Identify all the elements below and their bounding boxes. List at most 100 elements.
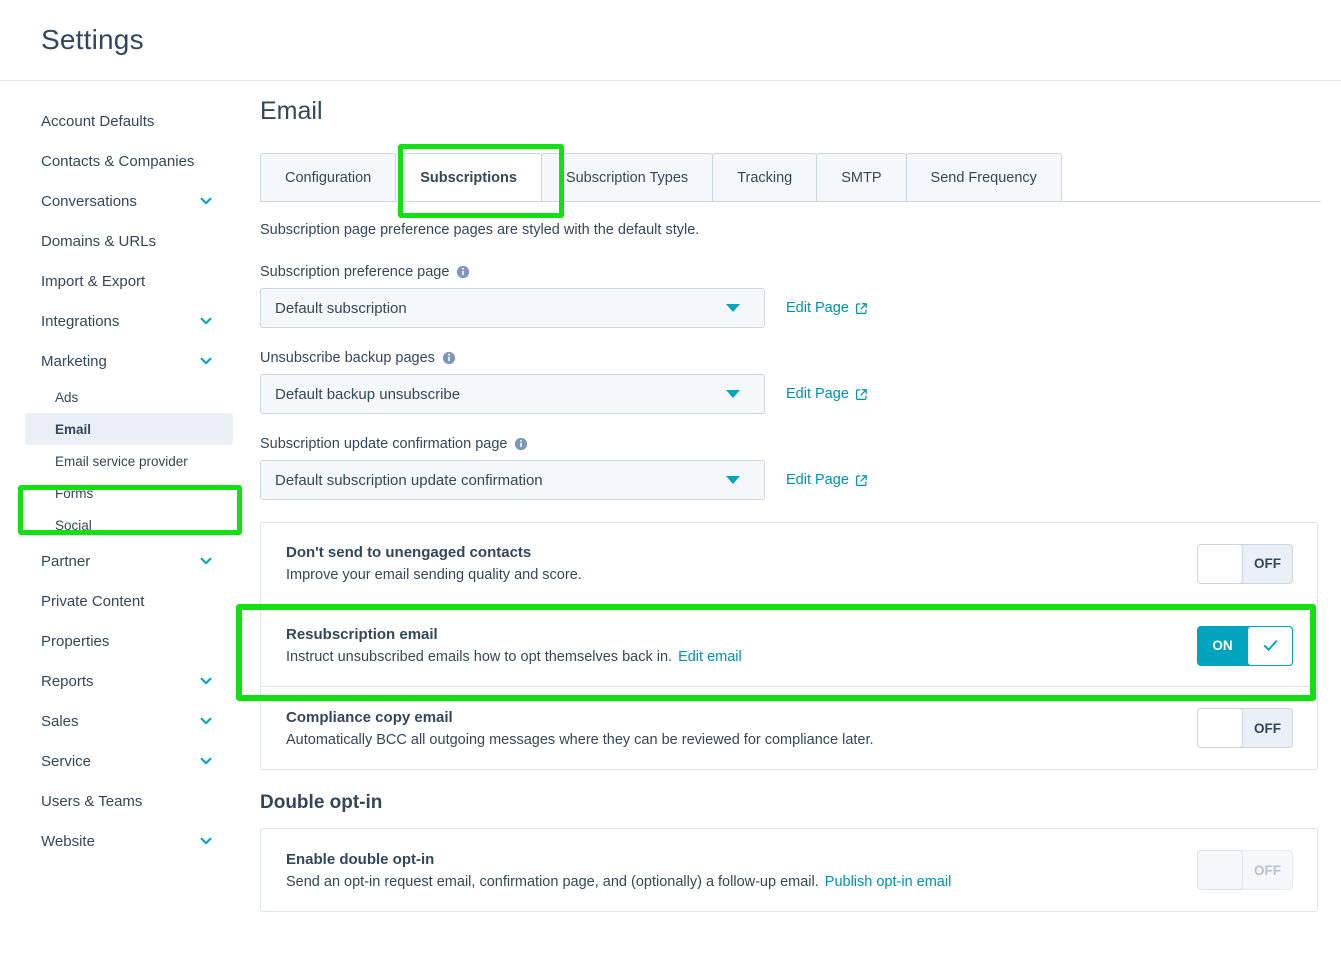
setting-title: Don't send to unengaged contacts [286,544,532,561]
sidebar-item-website[interactable]: Website [0,821,237,861]
toggle-knob [1197,850,1243,890]
select-2[interactable]: Default backup unsubscribe [260,374,765,414]
sidebar-item-email[interactable]: Email [25,413,233,445]
sidebar-item-label: Sales [41,712,79,730]
sidebar-item-private-content[interactable]: Private Content [0,581,237,621]
setting-row: Don't send to unengaged contacts Improve … [261,523,1317,605]
sidebar-item-marketing[interactable]: Marketing [0,341,237,381]
check-icon [1247,625,1293,666]
field-row: Default backup unsubscribe Edit Page [260,374,1321,414]
page-title: Settings [41,24,144,55]
info-icon[interactable] [456,265,470,279]
setting-title: Resubscription email [286,626,438,643]
info-icon[interactable] [442,351,456,365]
chevron-down-icon[interactable] [199,194,213,208]
chevron-down-icon[interactable] [199,554,213,568]
external-link-icon [855,302,868,315]
sidebar-item-label: Forms [55,485,94,501]
sidebar-item-partner[interactable]: Partner [0,541,237,581]
intro-text: Subscription page preference pages are s… [260,222,700,238]
field-label-text: Unsubscribe backup pages [260,350,435,366]
double-optin-heading: Double opt-in [260,792,383,813]
edit-page-link[interactable]: Edit Page [786,386,868,402]
edit-page-label: Edit Page [786,472,849,488]
info-icon[interactable] [514,437,528,451]
field-group: Subscription update confirmation page Def… [260,436,1321,500]
setting-text: Compliance copy email Automatically BCC a… [286,709,1197,748]
field-group: Unsubscribe backup pages Default backup u… [260,350,1321,414]
sidebar-item-contacts-companies[interactable]: Contacts & Companies [0,141,237,181]
tab-smtp[interactable]: SMTP [816,153,907,201]
field-label: Subscription update confirmation page [260,436,1321,452]
setting-row: Enable double opt-in Send an opt-in reque… [261,829,1317,911]
sidebar-item-service[interactable]: Service [0,741,237,781]
sidebar-item-domains-urls[interactable]: Domains & URLs [0,221,237,261]
setting-description: Instruct unsubscribed emails how to opt … [286,649,1197,665]
body-wrapper: Account Defaults Contacts & Companies Conv… [0,81,1341,971]
chevron-down-icon[interactable] [726,390,740,398]
sidebar-item-reports[interactable]: Reports [0,661,237,701]
chevron-down-icon[interactable] [199,674,213,688]
chevron-down-icon[interactable] [726,304,740,312]
toggle-switch[interactable]: OFF [1197,708,1293,748]
tab-label: SMTP [841,169,882,186]
chevron-down-icon[interactable] [199,354,213,368]
setting-description: Automatically BCC all outgoing messages … [286,732,1197,748]
sidebar-item-label: Private Content [41,592,145,610]
sidebar-item-conversations[interactable]: Conversations [0,181,237,221]
tab-send-frequency[interactable]: Send Frequency [905,153,1062,201]
select-3[interactable]: Default subscription update confirmation [260,460,765,500]
setting-description-text: Send an opt-in request email, confirmati… [286,873,819,890]
chevron-down-icon[interactable] [726,476,740,484]
sidebar-item-social[interactable]: Social [0,509,237,541]
setting-text: Enable double opt-in Send an opt-in reque… [286,851,1197,890]
sidebar-item-label: Ads [55,389,79,405]
external-link-icon [855,474,868,487]
toggle-switch[interactable]: OFF [1197,543,1293,584]
edit-page-link[interactable]: Edit Page [786,472,868,488]
sidebar-item-account-defaults[interactable]: Account Defaults [0,101,237,141]
sidebar-item-properties[interactable]: Properties [0,621,237,661]
chevron-down-icon[interactable] [199,314,213,328]
sidebar-item-integrations[interactable]: Integrations [0,301,237,341]
sidebar-item-label: Service [41,752,92,770]
tab-tracking[interactable]: Tracking [712,153,818,201]
toggle-knob [1197,708,1243,748]
toggle-switch[interactable]: ON [1197,625,1293,666]
tab-label: Configuration [285,169,372,186]
sidebar-item-import-export[interactable]: Import & Export [0,261,237,301]
tab-label: Subscriptions [420,169,517,186]
edit-page-link[interactable]: Edit Page [786,300,868,316]
chevron-down-icon[interactable] [199,754,213,768]
sidebar-item-sales[interactable]: Sales [0,701,237,741]
section-title: Email [260,97,323,125]
setting-row: Compliance copy email Automatically BCC a… [261,687,1317,769]
sidebar-item-label: Integrations [41,312,120,330]
inline-action-link[interactable]: Publish opt-in email [825,874,952,890]
sidebar-nav-list: Account Defaults Contacts & Companies Conv… [0,101,245,861]
setting-description: Improve your email sending quality and s… [286,567,1197,583]
field-label: Subscription preference page [260,264,1321,280]
tab-subscription-types[interactable]: Subscription Types [540,153,714,201]
sidebar-item-email-service-provider[interactable]: Email service provider [0,445,237,477]
sidebar-item-users-teams[interactable]: Users & Teams [0,781,237,821]
sidebar-item-ads[interactable]: Ads [0,381,237,413]
sidebar-item-forms[interactable]: Forms [0,477,237,509]
sidebar-item-label: Website [41,832,95,850]
sidebar-item-label: Marketing [41,352,107,370]
tab-configuration[interactable]: Configuration [260,153,397,201]
field-label-text: Subscription update confirmation page [260,436,508,452]
select-value: Default subscription [275,299,407,317]
select-value: Default backup unsubscribe [275,385,461,403]
setting-title: Enable double opt-in [286,850,435,868]
chevron-down-icon[interactable] [199,834,213,848]
field-group: Subscription preference page Default subs… [260,264,1321,328]
field-row: Default subscription update confirmation… [260,460,1321,500]
sidebar-item-label: Properties [41,632,110,650]
chevron-down-icon[interactable] [199,714,213,728]
select-1[interactable]: Default subscription [260,288,765,328]
tab-subscriptions[interactable]: Subscriptions [395,153,542,201]
double-optin-panel: Enable double opt-in Send an opt-in reque… [260,828,1318,912]
edit-page-label: Edit Page [786,300,849,316]
inline-action-link[interactable]: Edit email [678,649,742,665]
